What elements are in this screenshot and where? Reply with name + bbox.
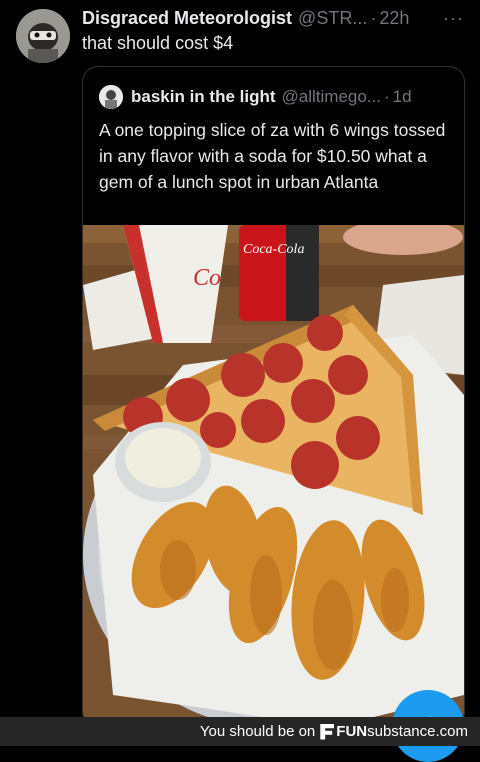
author-handle[interactable]: @STR...	[298, 8, 367, 29]
quoted-timestamp: 1d	[392, 87, 412, 106]
watermark-footer: You should be on FUNsubstance.com	[0, 717, 480, 746]
separator-dot: ·	[370, 7, 377, 28]
quoted-author-handle: @alltimego...	[281, 87, 381, 106]
footer-brand-suffix: substance.com	[367, 723, 468, 740]
tweet-timestamp[interactable]: 22h	[379, 8, 409, 29]
quoted-tweet-text: A one topping slice of za with 6 wings t…	[99, 120, 446, 192]
author-avatar[interactable]	[16, 9, 70, 63]
masked-figure-avatar-image	[16, 9, 70, 63]
quoted-tweet-photo[interactable]: Co Coca-Cola	[83, 225, 464, 727]
author-name[interactable]: Disgraced Meteorologist	[82, 8, 292, 29]
footer-brand: FUNsubstance.com	[336, 723, 468, 740]
pizza-wings-soda-photo: Co Coca-Cola	[83, 225, 464, 727]
quoted-author-avatar	[99, 85, 123, 109]
more-options-icon[interactable]: ···	[443, 8, 464, 29]
quoted-tweet-header: baskin in the light @alltimego... · 1d	[99, 85, 412, 109]
fun-logo-icon	[320, 723, 335, 740]
quoted-separator-dot: ·	[383, 87, 390, 106]
footer-caption: You should be on	[199, 723, 316, 740]
can-logo-text: Coca-Cola	[243, 242, 304, 257]
quoted-tweet-card[interactable]: baskin in the light @alltimego... · 1d A…	[82, 66, 465, 728]
tweet-header: Disgraced Meteorologist @STR... · 22h	[82, 6, 466, 30]
quoted-author-name: baskin in the light	[131, 87, 276, 106]
quoted-avatar-image	[99, 85, 123, 109]
cup-logo-text: Co	[193, 265, 221, 291]
tweet-text: that should cost $4	[82, 33, 234, 53]
